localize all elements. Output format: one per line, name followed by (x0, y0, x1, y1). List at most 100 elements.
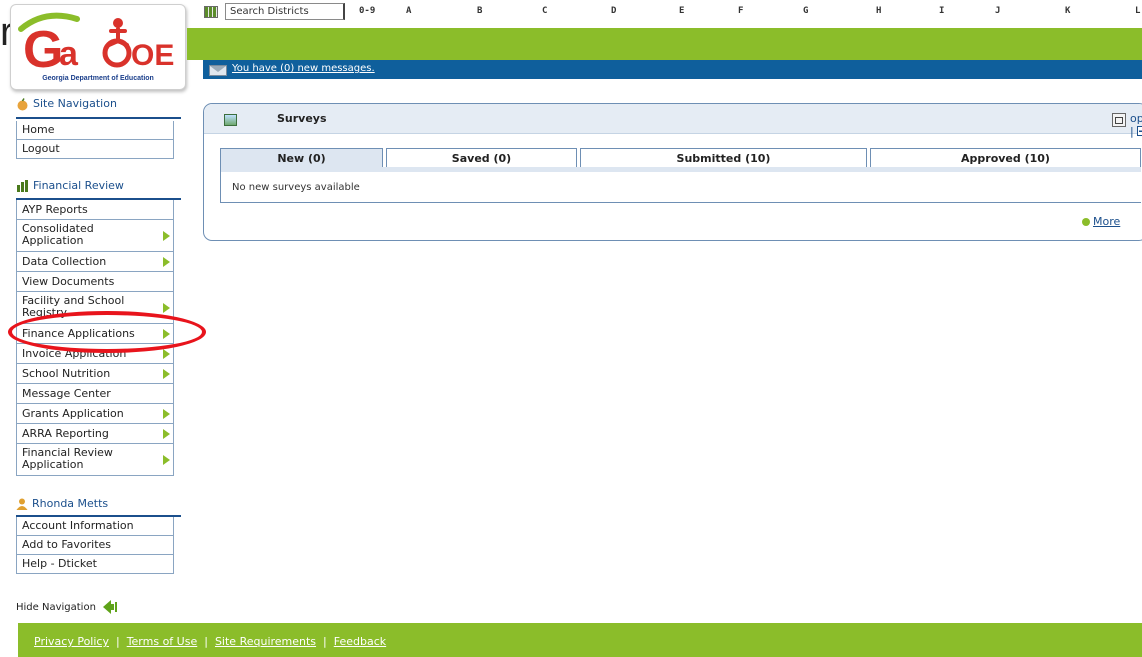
letter-link-k[interactable]: K (1065, 6, 1070, 16)
financial-review-heading: Financial Review (16, 179, 124, 192)
apple-icon (17, 97, 28, 110)
financial-review-label: Financial Review (33, 179, 124, 192)
letter-link-j[interactable]: J (995, 6, 1000, 16)
sidebar-item-label: Finance Applications (22, 327, 135, 340)
header-band (187, 28, 1142, 60)
collapse-icon[interactable] (1137, 126, 1142, 136)
site-navigation-menu: Home Logout (16, 121, 174, 159)
submenu-arrow-icon (163, 256, 170, 267)
gadoe-logo-graphic: G a OE (18, 12, 174, 73)
footer: Privacy Policy | Terms of Use | Site Require… (18, 623, 1142, 657)
separator: | (204, 635, 208, 648)
submenu-arrow-icon (163, 328, 170, 339)
letter-link-h[interactable]: H (876, 6, 881, 16)
letter-link-i[interactable]: I (939, 6, 944, 16)
tab-approved[interactable]: Approved (10) (870, 148, 1141, 167)
grid-icon[interactable] (204, 6, 218, 18)
sidebar-item-message-center[interactable]: Message Center (17, 384, 173, 404)
envelope-icon (209, 65, 227, 76)
sidebar-item-label: AYP Reports (22, 203, 88, 216)
more-bullet-icon (1082, 218, 1090, 226)
empty-state-text: No new surveys available (232, 182, 360, 193)
privacy-policy-link[interactable]: Privacy Policy (34, 635, 109, 648)
sidebar-item-label: View Documents (22, 275, 115, 288)
sidebar-item-account-information[interactable]: Account Information (17, 517, 173, 536)
letter-link-g[interactable]: G (803, 6, 808, 16)
svg-text:a: a (59, 35, 79, 73)
letter-link-l[interactable]: L (1135, 6, 1140, 16)
more-link[interactable]: More (1082, 215, 1120, 228)
hide-navigation-toggle[interactable]: Hide Navigation (16, 600, 119, 614)
sidebar-item-school-nutrition[interactable]: School Nutrition (17, 364, 173, 384)
user-icon (16, 498, 28, 510)
district-search-bar: Search Districts 0-9 A B C D E F G H I J… (200, 0, 1142, 26)
tab-saved[interactable]: Saved (0) (386, 148, 577, 167)
letter-link-c[interactable]: C (542, 6, 547, 16)
divider (16, 117, 181, 119)
submenu-arrow-icon (163, 368, 170, 379)
sidebar-item-view-documents[interactable]: View Documents (17, 272, 173, 292)
separator: | (115, 635, 120, 648)
sidebar-item-label: Facility and School Registry (22, 295, 125, 319)
sidebar-item-finance-applications[interactable]: Finance Applications (17, 324, 173, 344)
sidebar-item-arra-reporting[interactable]: ARRA Reporting (17, 424, 173, 444)
sidebar-item-label: Consolidated Application (22, 223, 94, 247)
svg-text:OE: OE (131, 39, 174, 72)
sidebar-item-label: Financial Review Application (22, 447, 113, 471)
sidebar-item-help-dticket[interactable]: Help - Dticket (17, 555, 173, 574)
user-name: Rhonda Metts (32, 497, 109, 510)
sidebar-item-grants-application[interactable]: Grants Application (17, 404, 173, 424)
sidebar-item-label: ARRA Reporting (22, 427, 109, 440)
gadoe-logo[interactable]: G a OE Georgia Department of Education (10, 4, 186, 90)
options-link[interactable]: options | (1130, 112, 1142, 138)
panel-title: Surveys (277, 112, 327, 125)
sidebar-item-data-collection[interactable]: Data Collection (17, 252, 173, 272)
sidebar-item-home[interactable]: Home (17, 121, 173, 140)
sidebar-item-label: Message Center (22, 387, 111, 400)
new-messages-link[interactable]: You have (0) new messages. (232, 63, 375, 74)
message-bar: You have (0) new messages. (203, 60, 1142, 79)
sidebar-item-label: Home (22, 123, 55, 136)
tab-submitted[interactable]: Submitted (10) (580, 148, 867, 167)
letter-link-0-9[interactable]: 0-9 (359, 6, 375, 16)
sidebar-item-ayp-reports[interactable]: AYP Reports (17, 200, 173, 220)
back-arrow-icon (103, 600, 118, 614)
sidebar-item-label: Grants Application (22, 407, 124, 420)
footer-links: Privacy Policy | Terms of Use | Site Require… (34, 635, 386, 648)
tab-new[interactable]: New (0) (220, 148, 383, 167)
letter-link-a[interactable]: A (406, 6, 411, 16)
sidebar-item-financial-review-application[interactable]: Financial Review Application (17, 444, 173, 476)
sidebar-item-label: Account Information (22, 519, 134, 532)
site-navigation-heading: Site Navigation (16, 97, 117, 111)
surveys-panel: Surveys options | New (0) Saved (0) Subm… (203, 103, 1142, 241)
submenu-arrow-icon (163, 428, 170, 439)
letter-link-b[interactable]: B (477, 6, 482, 16)
site-navigation-label: Site Navigation (33, 97, 117, 110)
svg-text:G: G (23, 21, 63, 73)
panel-header: Surveys options | (204, 104, 1142, 138)
sidebar-item-consolidated-application[interactable]: Consolidated Application (17, 220, 173, 252)
logo-tagline: Georgia Department of Education (42, 75, 154, 82)
sidebar-item-label: Data Collection (22, 255, 107, 268)
image-icon (224, 114, 237, 126)
bar-chart-icon (17, 180, 28, 192)
financial-review-menu: AYP Reports Consolidated Application Dat… (16, 200, 174, 476)
submenu-arrow-icon (163, 348, 170, 359)
feedback-link[interactable]: Feedback (334, 635, 386, 648)
terms-of-use-link[interactable]: Terms of Use (127, 635, 198, 648)
site-requirements-link[interactable]: Site Requirements (215, 635, 316, 648)
sidebar-item-add-to-favorites[interactable]: Add to Favorites (17, 536, 173, 555)
sidebar-item-invoice-application[interactable]: Invoice Application (17, 344, 173, 364)
submenu-arrow-icon (163, 408, 170, 419)
letter-link-d[interactable]: D (611, 6, 616, 16)
sidebar-item-label: Logout (22, 142, 60, 155)
sidebar-item-logout[interactable]: Logout (17, 140, 173, 159)
search-districts-input[interactable]: Search Districts (225, 3, 345, 20)
submenu-arrow-icon (163, 230, 170, 241)
user-heading: Rhonda Metts (16, 497, 108, 510)
options-icon[interactable] (1112, 113, 1126, 127)
sidebar-item-label: Add to Favorites (22, 538, 112, 551)
letter-link-f[interactable]: F (738, 6, 743, 16)
sidebar-item-facility-and-school-registry[interactable]: Facility and School Registry (17, 292, 173, 324)
letter-link-e[interactable]: E (679, 6, 684, 16)
